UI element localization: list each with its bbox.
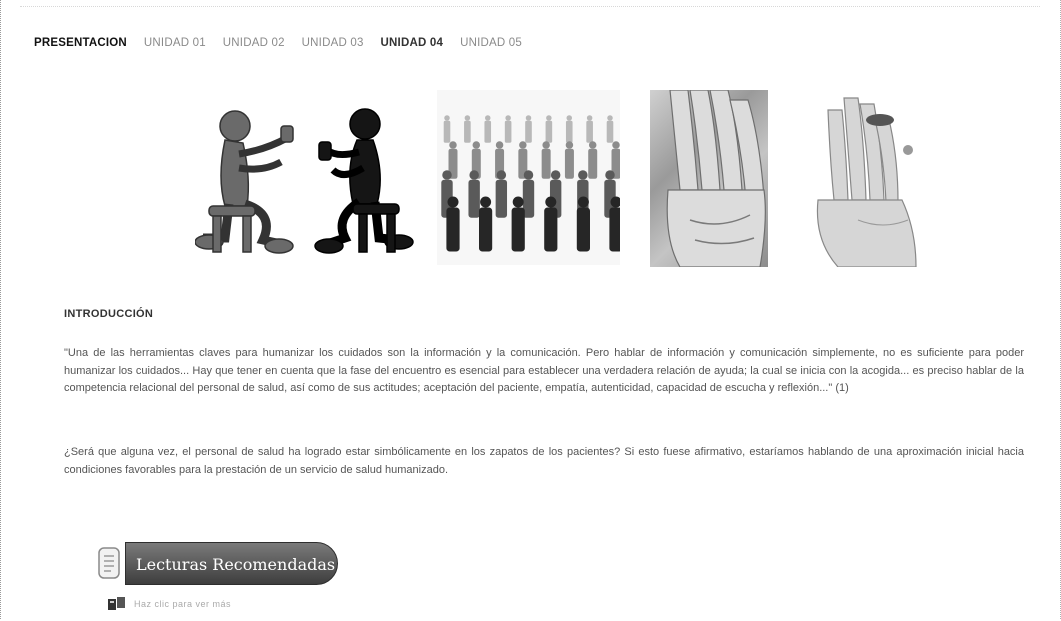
intro-heading: INTRODUCCIÓN [64, 308, 154, 320]
intro-paragraph-2: ¿Será que alguna vez, el personal de sal… [64, 446, 1024, 476]
document-icon [98, 547, 120, 584]
tab-unidad-03[interactable]: UNIDAD 03 [302, 37, 364, 49]
tab-unidad-01[interactable]: UNIDAD 01 [144, 37, 206, 49]
lecturas-link[interactable]: Haz clic para ver más [108, 597, 231, 611]
tab-unidad-05[interactable]: UNIDAD 05 [460, 37, 522, 49]
book-icon [108, 597, 125, 610]
tab-presentacion[interactable]: PRESENTACION [34, 37, 127, 49]
tab-unidad-04[interactable]: UNIDAD 04 [381, 37, 444, 49]
lecturas-recomendadas-button[interactable]: Lecturas Recomendadas [125, 542, 338, 585]
intro-paragraph-1: "Una de las herramientas claves para hum… [64, 347, 1024, 394]
hand-with-ring-photo [798, 90, 918, 268]
lecturas-link-text: Haz clic para ver más [134, 599, 232, 609]
hand-photo [650, 89, 768, 268]
crowd-silhouettes-image [437, 90, 623, 265]
tab-unidad-02[interactable]: UNIDAD 02 [223, 37, 285, 49]
top-divider [20, 6, 1040, 8]
two-figures-talking-illustration [194, 88, 415, 268]
unit-tabs: PRESENTACION UNIDAD 01 UNIDAD 02 UNIDAD … [34, 37, 539, 49]
